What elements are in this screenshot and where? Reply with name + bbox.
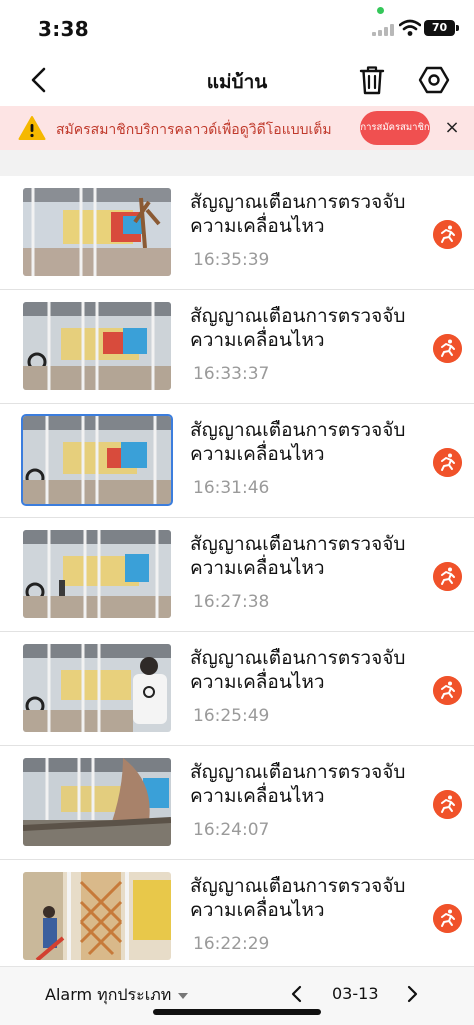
status-bar: 3:38 70 (0, 0, 474, 56)
close-icon[interactable]: × (440, 115, 464, 141)
running-person-icon (433, 220, 462, 249)
alarm-time: 16:25:49 (193, 706, 270, 726)
running-person-icon (433, 562, 462, 591)
alarm-time: 16:33:37 (193, 364, 270, 384)
alarm-list-item[interactable]: สัญญาณเตือนการตรวจจับความเคลื่อนไหว 16:3… (0, 290, 474, 404)
home-indicator[interactable] (153, 1009, 321, 1015)
alarm-list-item[interactable]: สัญญาณเตือนการตรวจจับความเคลื่อนไหว 16:2… (0, 860, 474, 966)
status-time: 3:38 (38, 17, 89, 41)
alarm-list-item[interactable]: สัญญาณเตือนการตรวจจับความเคลื่อนไหว 16:2… (0, 632, 474, 746)
alarm-list-item[interactable]: สัญญาณเตือนการตรวจจับความเคลื่อนไหว 16:2… (0, 746, 474, 860)
banner-text: สมัครสมาชิกบริการคลาวด์เพื่อดูวิดีโอแบบเ… (56, 122, 332, 138)
running-person-icon (433, 790, 462, 819)
date-label: 03-13 (332, 984, 379, 1003)
subscription-banner: สมัครสมาชิกบริการคลาวด์เพื่อดูวิดีโอแบบเ… (0, 106, 474, 150)
alarm-thumbnail[interactable] (23, 188, 171, 276)
alarm-list-item[interactable]: สัญญาณเตือนการตรวจจับความเคลื่อนไหว 16:3… (0, 404, 474, 518)
warning-triangle-icon (18, 116, 46, 140)
caret-down-icon (178, 992, 189, 999)
settings-hexagon-icon[interactable] (418, 64, 450, 96)
trash-icon[interactable] (357, 64, 387, 96)
cellular-signal-icon (372, 24, 396, 36)
alarm-title: สัญญาณเตือนการตรวจจับความเคลื่อนไหว (190, 647, 406, 693)
back-chevron-icon[interactable] (24, 66, 56, 94)
alarm-title: สัญญาณเตือนการตรวจจับความเคลื่อนไหว (190, 761, 406, 807)
running-person-icon (433, 448, 462, 477)
header: แม่บ้าน (0, 56, 474, 104)
alarm-title: สัญญาณเตือนการตรวจจับความเคลื่อนไหว (190, 875, 406, 921)
subscribe-button[interactable]: การสมัครสมาชิก (360, 111, 430, 145)
alarm-title: สัญญาณเตือนการตรวจจับความเคลื่อนไหว (190, 533, 406, 579)
alarm-thumbnail[interactable] (23, 644, 171, 732)
battery-tip (456, 25, 459, 31)
alarm-type-dropdown[interactable]: Alarm ทุกประเภท (45, 983, 189, 1008)
alarm-title: สัญญาณเตือนการตรวจจับความเคลื่อนไหว (190, 191, 406, 237)
alarm-list[interactable]: สัญญาณเตือนการตรวจจับความเคลื่อนไหว 16:3… (0, 176, 474, 966)
alarm-thumbnail-selected[interactable] (21, 414, 173, 506)
camera-indicator-dot (377, 7, 384, 14)
running-person-icon (433, 676, 462, 705)
alarm-thumbnail[interactable] (23, 302, 171, 390)
alarm-list-item[interactable]: สัญญาณเตือนการตรวจจับความเคลื่อนไหว 16:2… (0, 518, 474, 632)
alarm-time: 16:27:38 (193, 592, 270, 612)
running-person-icon (433, 904, 462, 933)
alarm-title: สัญญาณเตือนการตรวจจับความเคลื่อนไหว (190, 419, 406, 465)
alarm-list-item[interactable]: สัญญาณเตือนการตรวจจับความเคลื่อนไหว 16:3… (0, 176, 474, 290)
wifi-icon (399, 19, 421, 36)
alarm-thumbnail[interactable] (23, 758, 171, 846)
alarm-time: 16:31:46 (193, 478, 270, 498)
list-top-spacer (0, 150, 474, 176)
chevron-right-icon[interactable] (402, 984, 422, 1004)
alarm-title: สัญญาณเตือนการตรวจจับความเคลื่อนไหว (190, 305, 406, 351)
battery-icon: 70 (424, 20, 455, 36)
running-person-icon (433, 334, 462, 363)
alarm-time: 16:35:39 (193, 250, 270, 270)
alarm-thumbnail[interactable] (23, 530, 171, 618)
alarm-thumbnail[interactable] (23, 872, 171, 960)
page-title: แม่บ้าน (206, 71, 268, 93)
alarm-time: 16:22:29 (193, 934, 270, 954)
alarm-type-label: Alarm ทุกประเภท (45, 985, 172, 1004)
alarm-time: 16:24:07 (193, 820, 270, 840)
bottom-filter-bar: Alarm ทุกประเภท 03-13 (0, 966, 474, 1025)
chevron-left-icon[interactable] (287, 984, 307, 1004)
